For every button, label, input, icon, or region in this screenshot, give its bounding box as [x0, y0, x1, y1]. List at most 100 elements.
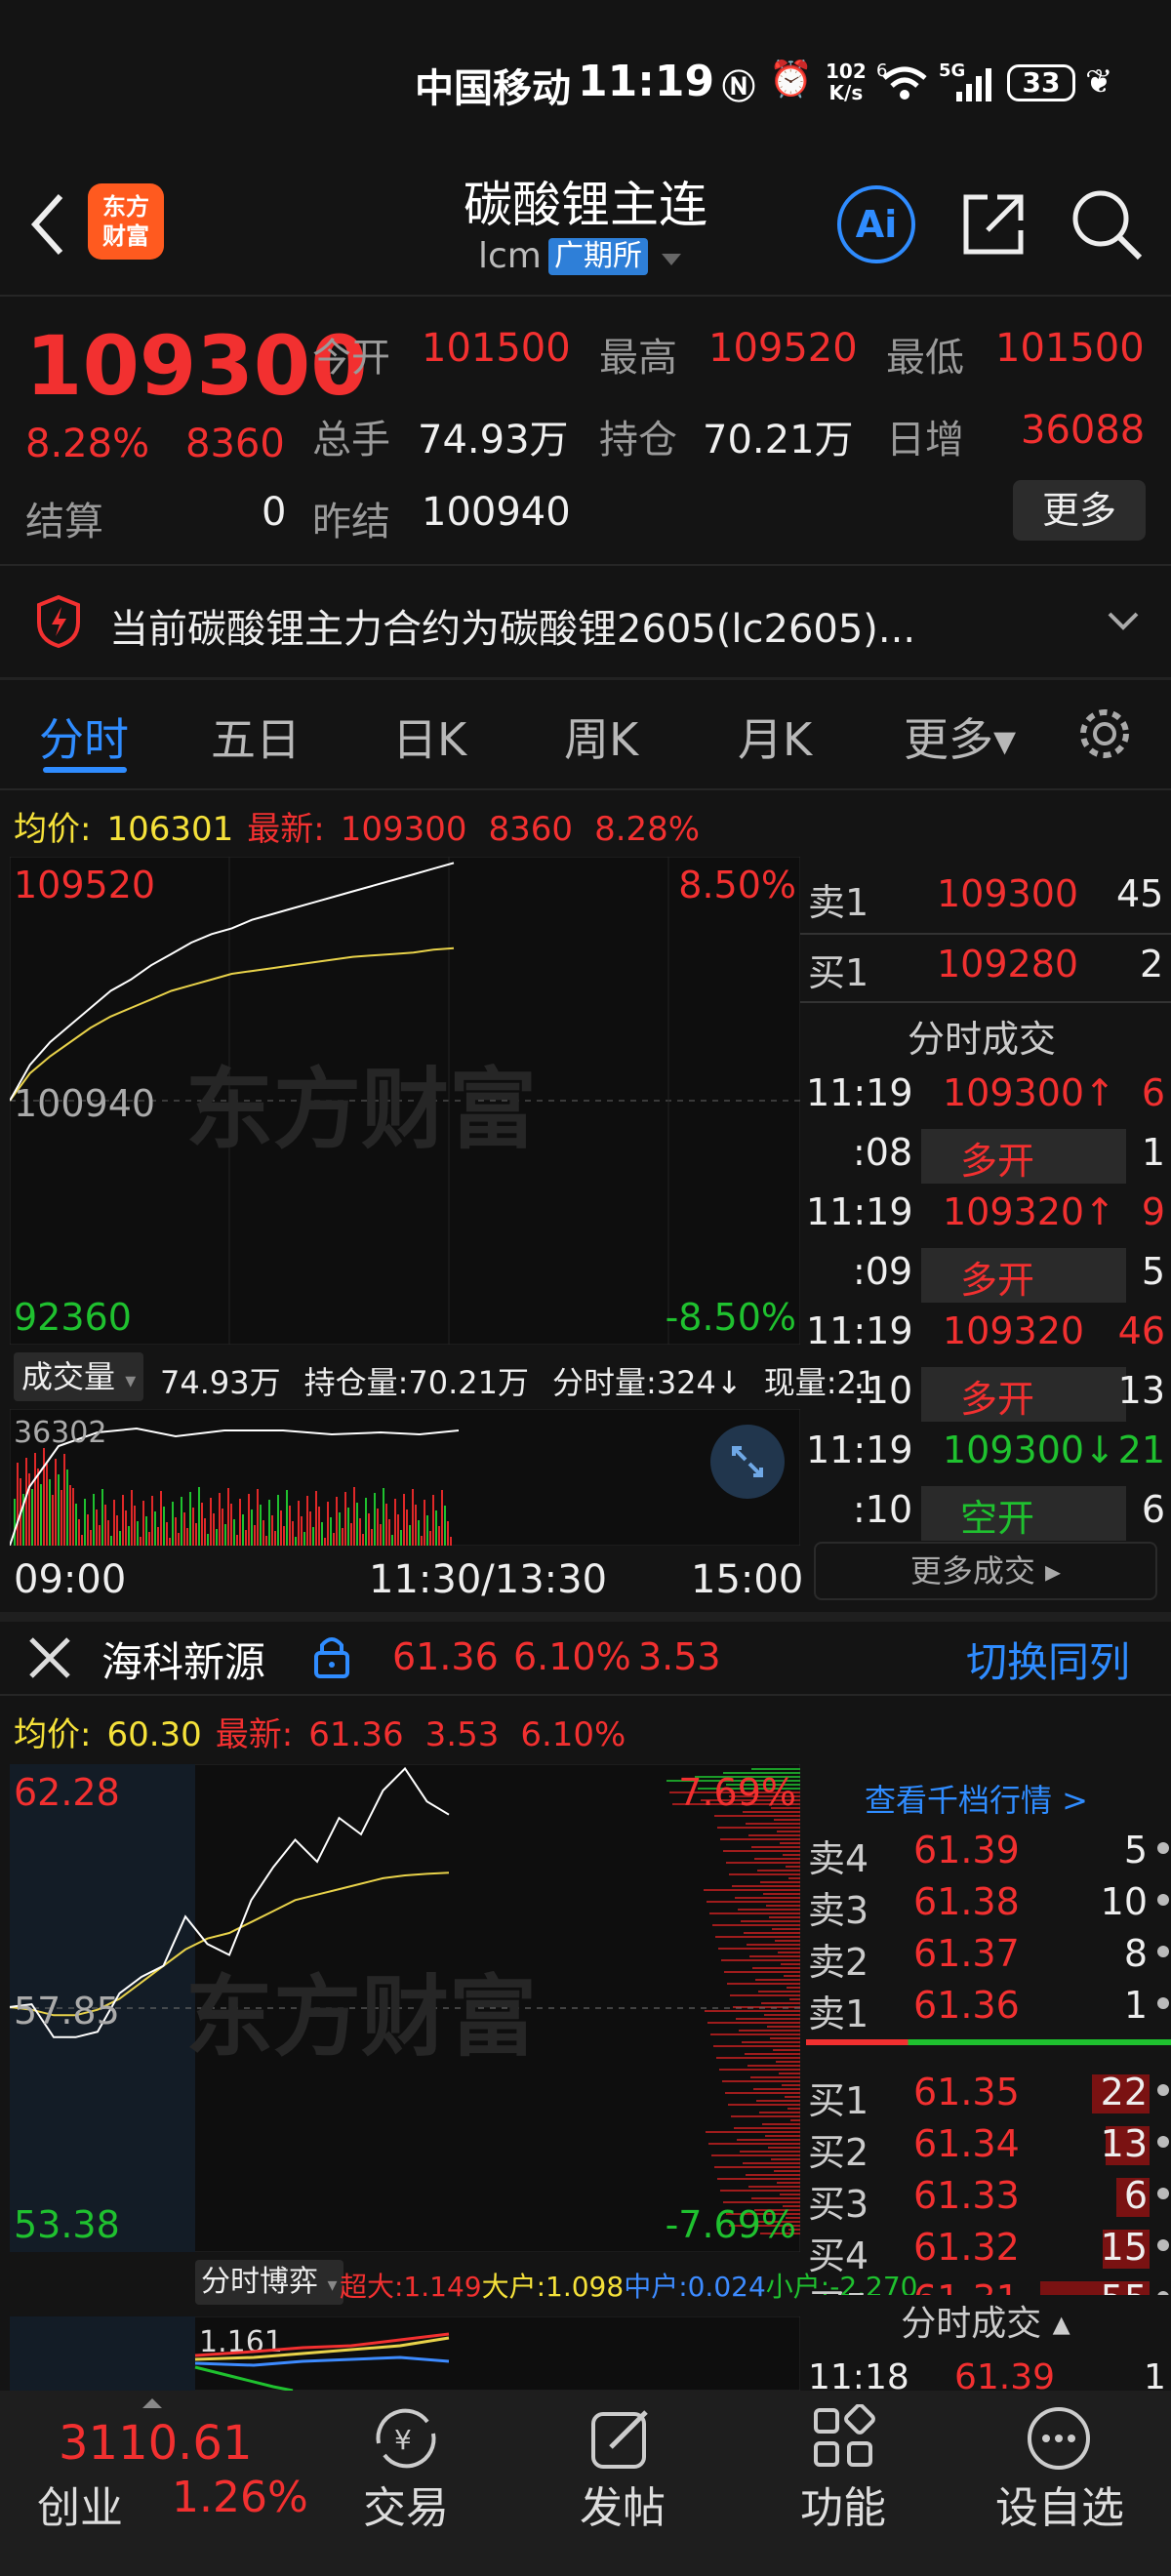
notice-bar[interactable]: 当前碳酸锂主力合约为碳酸锂2605(lc2605)...	[0, 566, 1171, 677]
depth-bar	[723, 1850, 800, 1852]
volume-bar	[107, 1520, 109, 1546]
watchlist-tab[interactable]: 设自选	[982, 2473, 1138, 2535]
index-name[interactable]: 创业	[37, 2473, 123, 2535]
index-pct[interactable]: 1.26%	[172, 2473, 308, 2522]
volume-bar	[406, 1509, 408, 1546]
chevron-down-icon[interactable]	[1107, 611, 1140, 632]
trade-icon[interactable]: ¥	[365, 2404, 447, 2473]
more-trades-button[interactable]: 更多成交 ▸	[814, 1542, 1157, 1600]
volume-selector[interactable]: 成交量 ▾	[14, 1352, 144, 1401]
trade-time: 11:19	[806, 1309, 913, 1352]
depth-bar	[750, 2076, 800, 2078]
bid1-label: 买1	[808, 951, 869, 994]
bid1-price: 109280	[937, 943, 1079, 986]
volume-bar	[429, 1531, 431, 1546]
order-book-row[interactable]: 卖4 61.39 5	[806, 1827, 1171, 1875]
order-book-row[interactable]: 买2 61.34 13	[806, 2120, 1171, 2169]
volume-bar	[17, 1463, 19, 1546]
order-book-row[interactable]: 卖1 61.36 1	[806, 1982, 1171, 2031]
share-icon[interactable]	[958, 189, 1029, 260]
volume-bar	[359, 1518, 361, 1546]
volume-bar	[265, 1536, 267, 1546]
chevron-down-icon[interactable]	[660, 252, 683, 267]
trade-price: 多开	[960, 1259, 1035, 1302]
pct-axis-bottom: -7.69%	[666, 2203, 796, 2246]
volume-bar	[175, 1517, 177, 1546]
order-dot-icon	[1157, 1894, 1169, 1906]
volume-bar	[213, 1513, 215, 1546]
order-book-row[interactable]: 买1 61.35 22	[806, 2069, 1171, 2117]
depth-bar	[746, 1823, 800, 1825]
depth-bar	[785, 2096, 800, 2098]
game-selector[interactable]: 分时博弈 ▾	[195, 2260, 343, 2305]
volume-bar	[268, 1500, 270, 1546]
trades-title-2[interactable]: 分时成交 ▴	[800, 2295, 1171, 2354]
close-icon[interactable]	[27, 1635, 72, 1680]
order-book-row[interactable]: 买4 61.32 15	[806, 2224, 1171, 2273]
volume-bar	[254, 1525, 256, 1546]
post-icon[interactable]	[587, 2404, 656, 2473]
trade-price: 多开	[960, 1140, 1035, 1183]
depth-bar	[718, 1948, 800, 1950]
volume-bar	[309, 1511, 311, 1546]
trade-row: 11:19 109300↓ 21	[800, 1425, 1171, 1483]
switch-column-button[interactable]: 切换同列	[966, 1630, 1130, 1689]
trade-price: 空开	[960, 1497, 1035, 1540]
order-book-row[interactable]: 买3 61.33 6	[806, 2172, 1171, 2221]
shield-alert-icon	[37, 595, 80, 648]
depth-bar	[747, 1944, 800, 1946]
volume-bar	[160, 1491, 162, 1546]
depth-bar	[779, 2073, 800, 2074]
tab-intraday[interactable]: 分时	[39, 704, 129, 769]
function-icon[interactable]	[810, 2404, 878, 2473]
depth-bar	[786, 1866, 800, 1868]
watchlist-icon[interactable]	[1025, 2404, 1093, 2473]
expand-button[interactable]	[710, 1425, 785, 1499]
depth-bar	[776, 2061, 800, 2063]
volume-bar	[34, 1453, 36, 1546]
tab-monthly-k[interactable]: 月K	[738, 704, 812, 769]
gear-icon[interactable]	[1075, 704, 1134, 763]
order-book-row[interactable]: 卖2 61.37 8	[806, 1930, 1171, 1979]
search-icon[interactable]	[1070, 187, 1144, 262]
index-value[interactable]: 3110.61	[59, 2416, 253, 2471]
post-tab[interactable]: 发帖	[545, 2473, 701, 2535]
prevsettle-value: 100940	[422, 490, 571, 535]
depth-bar	[714, 1815, 800, 1817]
depth-bar	[738, 1909, 800, 1911]
volume-bar	[93, 1494, 95, 1546]
order-book-row[interactable]: 卖3 61.38 10	[806, 1878, 1171, 1927]
trade-tab[interactable]: 交易	[328, 2473, 484, 2535]
depth-bar	[740, 2151, 800, 2153]
depth-bar	[790, 2119, 800, 2121]
lock-icon[interactable]	[310, 1631, 353, 1680]
function-tab[interactable]: 功能	[765, 2473, 921, 2535]
volume-bar	[362, 1534, 364, 1546]
ai-button[interactable]: Ai	[837, 185, 915, 263]
depth-bar	[720, 1838, 800, 1840]
depth-bar	[722, 2080, 800, 2082]
nfc-icon: Ⓝ	[722, 68, 755, 107]
linked-stock-chart[interactable]: 东方财富 62.28 57.85 53.38 7.69% -7.69%	[10, 1764, 800, 2252]
tab-more[interactable]: 更多▾	[904, 704, 1016, 769]
intraday-price-chart[interactable]: 东方财富 109520 100940 92360 8.50% -8.50%	[10, 857, 800, 1345]
volume-bar	[248, 1494, 250, 1546]
tab-weekly-k[interactable]: 周K	[564, 704, 638, 769]
more-button[interactable]: 更多	[1013, 480, 1146, 541]
volume-bar	[383, 1488, 384, 1546]
trade-time: :08	[853, 1131, 913, 1174]
volume-bar	[295, 1537, 297, 1546]
depth-link[interactable]: 查看千档行情 >	[865, 1776, 1088, 1821]
depth-bar	[774, 2170, 800, 2172]
depth-bar	[725, 2092, 800, 2094]
volume-chart: 36302	[10, 1409, 800, 1546]
open-value: 101500	[422, 326, 571, 371]
depth-bar	[706, 2131, 800, 2133]
tab-daily-k[interactable]: 日K	[392, 704, 466, 769]
trade-row: 11:19 109300↑ 6	[800, 1067, 1171, 1126]
tab-five-day[interactable]: 五日	[211, 704, 301, 769]
stock-name[interactable]: 海科新源	[101, 1630, 265, 1689]
depth-bar	[787, 2108, 800, 2110]
volume-bar	[415, 1505, 417, 1546]
volume-bar	[277, 1495, 279, 1546]
